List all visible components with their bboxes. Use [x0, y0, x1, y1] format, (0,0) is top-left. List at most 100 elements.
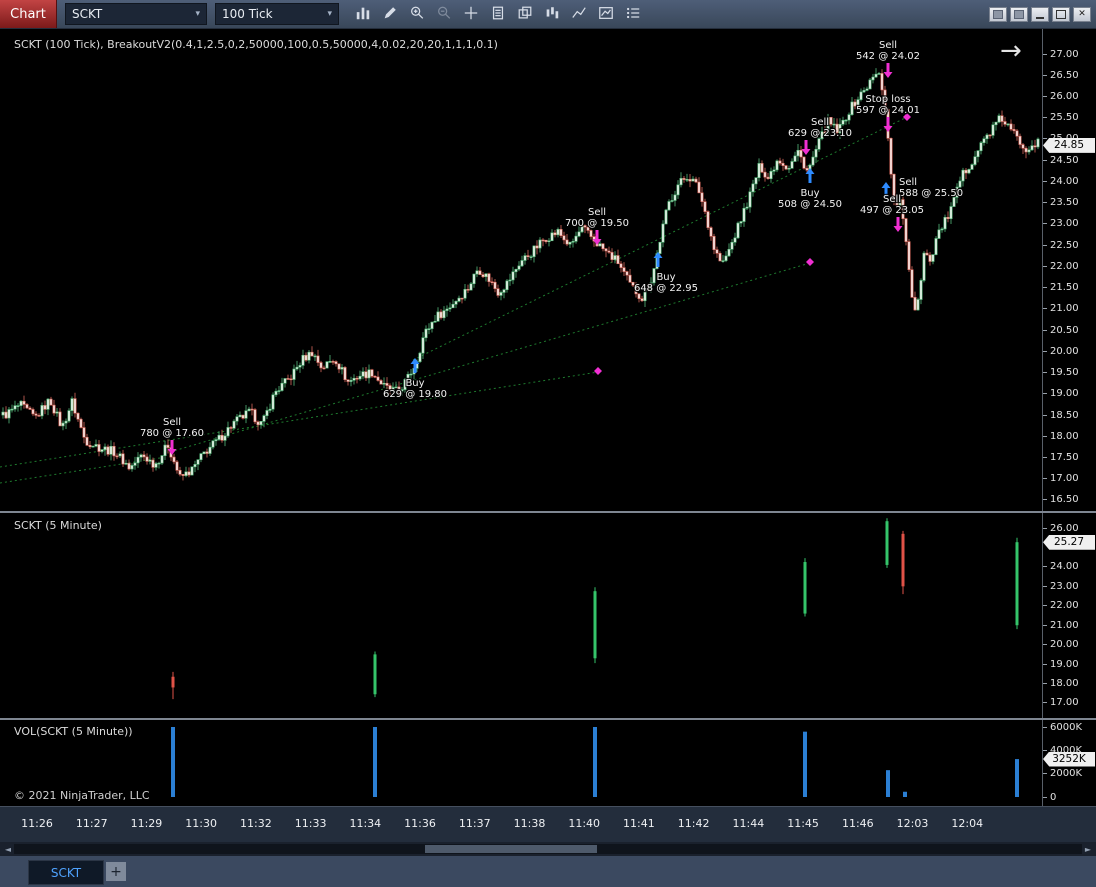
- price-axis-label: 24.00: [1043, 561, 1079, 573]
- properties-icon[interactable]: [621, 3, 645, 25]
- price-axis-label: 2000K: [1043, 768, 1082, 780]
- titlebar: Chart SCKT ▾ 100 Tick ▾ ✕: [0, 0, 1096, 29]
- svg-text:Stop loss: Stop loss: [865, 94, 910, 105]
- copyright-text: © 2021 NinjaTrader, LLC: [14, 789, 150, 802]
- close-button[interactable]: ✕: [1073, 6, 1091, 22]
- time-axis-label: 11:26: [21, 817, 53, 830]
- svg-text:629 @ 23.10: 629 @ 23.10: [788, 128, 852, 139]
- price-axis-label: 23.50: [1043, 197, 1079, 209]
- instrument-value: SCKT: [72, 7, 103, 21]
- tab-sckt[interactable]: SCKT: [28, 860, 104, 885]
- time-axis-label: 11:36: [404, 817, 436, 830]
- zoom-in-icon[interactable]: [405, 3, 429, 25]
- chart-scrollbar: ◄ ►: [0, 842, 1096, 856]
- price-axis-label: 24.00: [1043, 175, 1079, 187]
- time-axis-label: 11:27: [75, 817, 108, 830]
- chevron-down-icon: ▾: [195, 9, 200, 19]
- svg-text:648 @ 22.95: 648 @ 22.95: [634, 283, 698, 294]
- new-window-icon[interactable]: [513, 3, 537, 25]
- data-box-icon[interactable]: [486, 3, 510, 25]
- svg-text:542 @ 24.02: 542 @ 24.02: [856, 51, 920, 62]
- svg-text:629 @ 19.80: 629 @ 19.80: [383, 389, 447, 400]
- svg-text:Sell: Sell: [163, 417, 181, 428]
- price-axis-label: 26.50: [1043, 69, 1079, 81]
- crosshair-icon[interactable]: [459, 3, 483, 25]
- svg-text:588 @ 25.50: 588 @ 25.50: [899, 188, 963, 199]
- time-axis-label: 11:40: [568, 817, 601, 830]
- volume-panel-label: VOL(SCKT (5 Minute)): [14, 725, 133, 738]
- price-axis-label: 26.00: [1043, 90, 1079, 102]
- time-axis-label: 11:44: [732, 817, 765, 830]
- svg-text:Sell: Sell: [588, 207, 606, 218]
- instrument-link-button[interactable]: [989, 6, 1007, 22]
- tab-bar: SCKT +: [0, 856, 1096, 887]
- scroll-right-icon[interactable]: ►: [1082, 843, 1094, 855]
- indicators-icon[interactable]: [594, 3, 618, 25]
- price-axis-label: 21.00: [1043, 303, 1079, 315]
- time-axis-label: 12:04: [951, 817, 984, 830]
- price-axis-label: 16.50: [1043, 494, 1079, 506]
- drawing-tools-icon[interactable]: [378, 3, 402, 25]
- volume-chart[interactable]: [0, 720, 1042, 806]
- time-axis-label: 11:37: [458, 817, 491, 830]
- scrollbar-track[interactable]: [14, 844, 1082, 854]
- price-axis-label: 23.00: [1043, 218, 1079, 230]
- time-axis-label: 11:45: [787, 817, 819, 830]
- price-axis-label: 0: [1043, 791, 1056, 803]
- price-axis-label: 17.00: [1043, 473, 1079, 485]
- svg-text:780 @ 17.60: 780 @ 17.60: [140, 428, 204, 439]
- price-axis-label: 24.50: [1043, 154, 1079, 166]
- svg-text:Buy: Buy: [656, 272, 675, 283]
- svg-text:700 @ 19.50: 700 @ 19.50: [565, 218, 629, 229]
- toolbar: [351, 3, 645, 25]
- interval-select[interactable]: 100 Tick ▾: [215, 3, 339, 25]
- time-axis-label: 11:41: [623, 817, 655, 830]
- last-volume-badge: 3252K: [1043, 751, 1095, 767]
- last-price-badge-secondary: 25.27: [1043, 534, 1095, 550]
- scrollbar-thumb[interactable]: [425, 845, 597, 853]
- maximize-button[interactable]: [1052, 6, 1070, 22]
- instrument-select[interactable]: SCKT ▾: [65, 3, 207, 25]
- price-axis-label: 18.00: [1043, 430, 1079, 442]
- svg-text:Buy: Buy: [800, 188, 819, 199]
- price-axis-label: 22.00: [1043, 600, 1079, 612]
- chart-window: Sell 780 @ 17.60 Buy 629 @ 19.80 Sell 700 @ 1…: [0, 0, 1096, 887]
- chart-style-icon[interactable]: [351, 3, 375, 25]
- window-controls: ✕: [989, 6, 1091, 22]
- go-to-latest-icon[interactable]: →: [1000, 38, 1022, 64]
- interval-value: 100 Tick: [222, 7, 273, 21]
- last-price-badge-main: 24.85: [1043, 137, 1095, 153]
- svg-text:Sell: Sell: [811, 117, 829, 128]
- price-axis-label: 17.00: [1043, 697, 1079, 709]
- add-tab-button[interactable]: +: [106, 862, 126, 881]
- price-axis-label: 18.50: [1043, 409, 1079, 421]
- price-axis-label: 21.50: [1043, 282, 1079, 294]
- time-axis[interactable]: 11:26 11:27 11:29 11:30 11:32 11:33 11:34 11:36…: [0, 806, 1096, 843]
- panel-splitter[interactable]: [0, 718, 1096, 720]
- chart-trader-icon[interactable]: [540, 3, 564, 25]
- svg-text:Sell: Sell: [883, 194, 901, 205]
- scroll-left-icon[interactable]: ◄: [2, 843, 14, 855]
- price-axis[interactable]: 24.85 25.27 3252K 27.0026.5026.0025.5025…: [1043, 28, 1096, 806]
- price-axis-label: 19.00: [1043, 388, 1079, 400]
- price-axis-label: 21.00: [1043, 619, 1079, 631]
- price-axis-label: 20.00: [1043, 639, 1079, 651]
- time-axis-label: 11:30: [185, 817, 218, 830]
- minimize-button[interactable]: [1031, 6, 1049, 22]
- chart-menu-tab[interactable]: Chart: [0, 0, 57, 28]
- interval-link-button[interactable]: [1010, 6, 1028, 22]
- secondary-panel-label: SCKT (5 Minute): [14, 519, 102, 532]
- time-axis-label: 11:34: [349, 817, 382, 830]
- panel-splitter[interactable]: [0, 511, 1096, 513]
- svg-text:508 @ 24.50: 508 @ 24.50: [778, 199, 842, 210]
- price-axis-label: 22.50: [1043, 239, 1079, 251]
- five-minute-chart[interactable]: [0, 513, 1042, 718]
- price-axis-label: 18.00: [1043, 678, 1079, 690]
- price-axis-label: 19.50: [1043, 367, 1079, 379]
- main-price-chart[interactable]: Sell780 @ 17.60Buy629 @ 19.80Sell700 @ 1…: [0, 28, 1042, 511]
- zoom-out-icon[interactable]: [432, 3, 456, 25]
- time-axis-label: 11:32: [240, 817, 272, 830]
- line-tool-icon[interactable]: [567, 3, 591, 25]
- time-axis-label: 12:03: [896, 817, 929, 830]
- price-axis-label: 17.50: [1043, 452, 1079, 464]
